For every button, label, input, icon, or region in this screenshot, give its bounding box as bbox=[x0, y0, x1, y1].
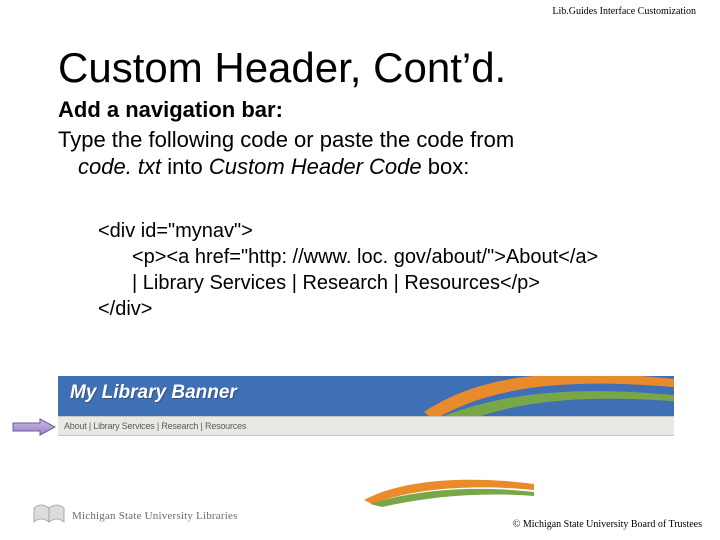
slide: Lib.Guides Interface Customization Custo… bbox=[0, 0, 720, 540]
context-label: Lib.Guides Interface Customization bbox=[552, 6, 696, 17]
instruction-mid: into bbox=[161, 154, 209, 179]
callout-arrow-icon bbox=[12, 418, 56, 436]
instruction-line: Type the following code or paste the cod… bbox=[58, 126, 680, 181]
code-line-1: <div id="mynav"> bbox=[98, 218, 680, 244]
banner-bar: My Library Banner bbox=[58, 376, 674, 416]
code-sample: <div id="mynav"> <p><a href="http: //www… bbox=[98, 218, 680, 322]
body-text: Add a navigation bar: Type the following… bbox=[58, 96, 680, 181]
copyright: © Michigan State University Board of Tru… bbox=[513, 519, 702, 530]
code-line-2: <p><a href="http: //www. loc. gov/about/… bbox=[98, 244, 680, 270]
book-icon bbox=[32, 500, 66, 528]
org-name: Michigan State University Libraries bbox=[72, 510, 238, 522]
code-line-3: | Library Services | Research | Resource… bbox=[98, 270, 680, 296]
nav-strip: About | Library Services | Research | Re… bbox=[58, 416, 674, 436]
footer-logo: Michigan State University Libraries bbox=[32, 490, 452, 526]
banner-title: My Library Banner bbox=[70, 382, 237, 404]
swoosh-icon bbox=[424, 376, 674, 416]
slide-title: Custom Header, Cont’d. bbox=[58, 44, 506, 92]
filename: code. txt bbox=[78, 154, 161, 179]
instruction-part1: Type the following code or paste the cod… bbox=[58, 127, 514, 152]
banner-preview: My Library Banner About | Library Servic… bbox=[58, 376, 674, 436]
subheading: Add a navigation bar: bbox=[58, 96, 680, 124]
instruction-end: box: bbox=[422, 154, 470, 179]
code-line-4: </div> bbox=[98, 296, 680, 322]
target-box-name: Custom Header Code bbox=[209, 154, 422, 179]
